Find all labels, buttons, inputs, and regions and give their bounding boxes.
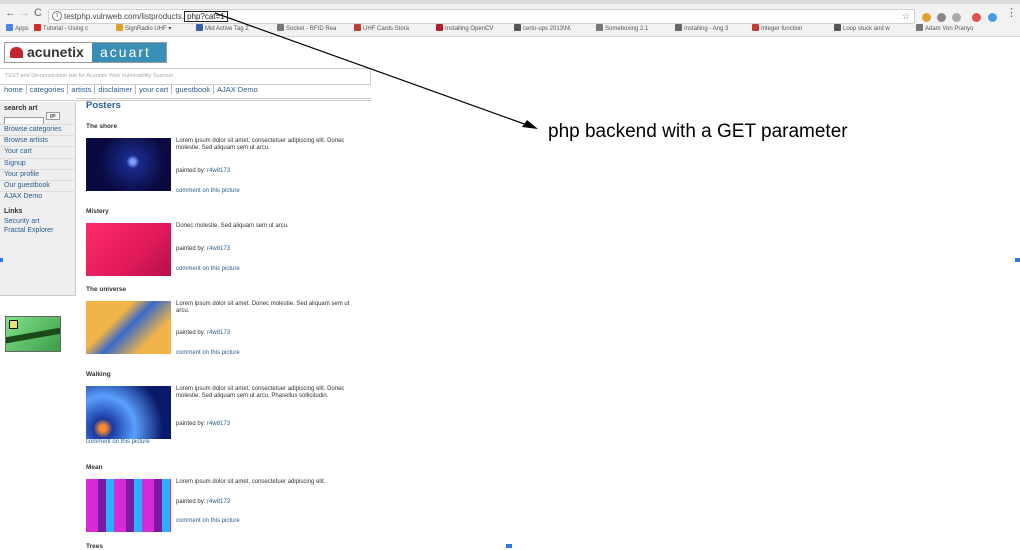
scroll-marker: [1015, 258, 1020, 262]
scroll-marker: [506, 544, 512, 548]
fractal-thumbnail-icon: [9, 320, 18, 329]
annotation-arrow: [214, 12, 538, 129]
scroll-marker: [0, 258, 3, 262]
annotation-label: php backend with a GET parameter: [548, 121, 848, 142]
